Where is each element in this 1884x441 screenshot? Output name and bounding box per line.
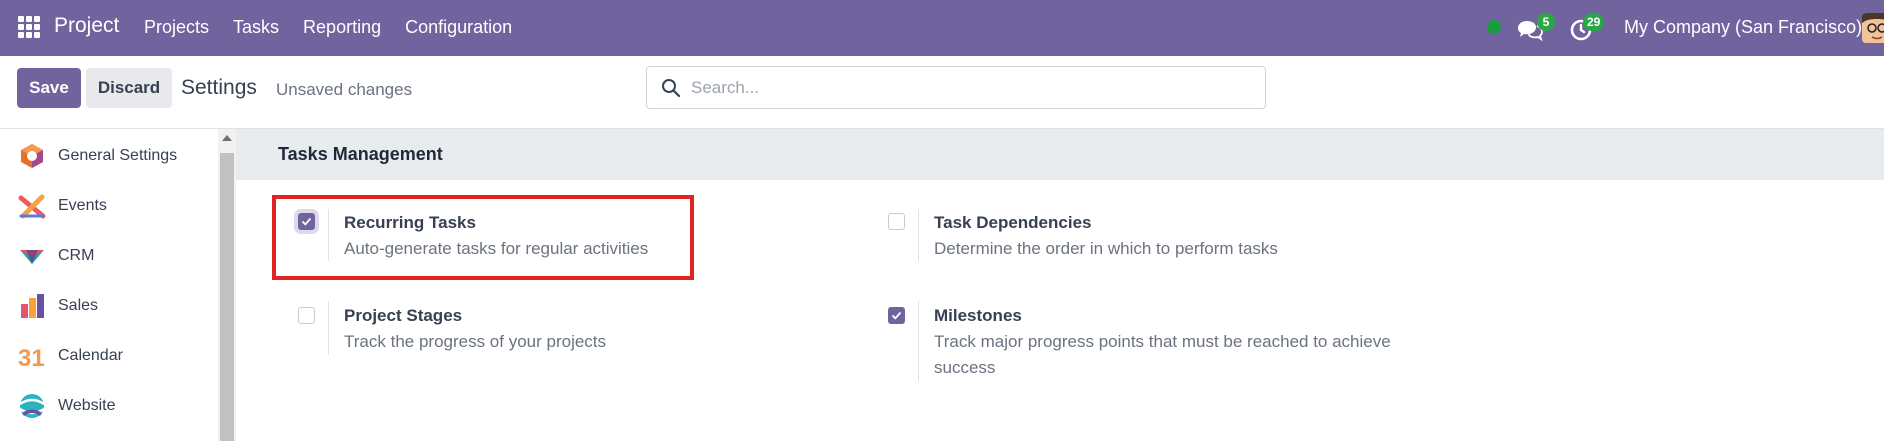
events-icon [18,194,46,219]
section-title: Tasks Management [278,144,443,164]
scroll-thumb[interactable] [220,153,234,441]
control-panel: Save Discard Settings Unsaved changes [0,56,1884,129]
setting-description: Determine the order in which to perform … [934,239,1278,258]
sidebar-item-label: CRM [58,247,95,264]
company-switcher[interactable]: My Company (San Francisco) [1624,17,1862,38]
discard-button[interactable]: Discard [86,68,172,108]
menu-tasks[interactable]: Tasks [233,17,279,38]
sidebar-item-sales[interactable]: Sales [0,281,218,331]
svg-text:31: 31 [18,345,45,370]
project-stages-checkbox[interactable] [298,307,315,324]
section-header: Tasks Management [236,129,1884,180]
page-title: Settings [181,76,257,99]
setting-title: Milestones [934,306,1022,325]
settings-sidebar: General Settings Events CRM Sales 31 Cal… [0,129,218,441]
apps-menu-icon[interactable] [18,16,40,38]
menu-reporting[interactable]: Reporting [303,17,381,38]
sidebar-item-calendar[interactable]: 31 Calendar [0,331,218,381]
setting-title: Task Dependencies [934,213,1092,232]
messages-button[interactable]: 5 [1517,13,1557,43]
crm-icon [20,250,44,264]
top-navbar: Project Projects Tasks Reporting Configu… [0,0,1884,56]
sidebar-item-label: Events [58,197,107,214]
search-bar[interactable] [646,66,1266,109]
setting-title: Project Stages [344,306,463,325]
activities-count-badge: 29 [1583,13,1605,31]
website-icon [19,394,45,418]
app-brand[interactable]: Project [54,14,119,38]
task-dependencies-checkbox[interactable] [888,213,905,230]
main-menu: Projects Tasks Reporting Configuration [144,17,512,38]
user-avatar[interactable] [1862,13,1884,43]
sidebar-item-crm[interactable]: CRM [0,231,218,281]
settings-content: Tasks Management Recurring Tasks Auto-ge… [236,129,1884,441]
general-settings-icon [21,144,43,168]
setting-description: Track major progress points that must be… [934,332,1391,377]
unsaved-changes-indicator: Unsaved changes [276,80,413,99]
menu-projects[interactable]: Projects [144,17,209,38]
messages-count-badge: 5 [1537,13,1555,31]
search-icon [662,79,681,98]
sales-icon [21,294,44,318]
sidebar-item-label: Calendar [58,347,123,364]
setting-description: Track the progress of your projects [344,332,607,351]
online-status-icon [1487,20,1501,34]
calendar-icon: 31 [18,345,45,370]
sidebar-item-events[interactable]: Events [0,181,218,231]
sidebar-item-label: Sales [58,297,99,314]
sidebar-item-label: Website [58,397,116,414]
scroll-up-arrow-icon[interactable] [222,135,232,141]
highlight-annotation [272,195,694,280]
sidebar-item-website[interactable]: Website [0,381,218,431]
menu-configuration[interactable]: Configuration [405,17,512,38]
sidebar-item-label: General Settings [58,147,178,164]
activities-button[interactable]: 29 [1569,13,1613,43]
sidebar-item-general-settings[interactable]: General Settings [0,131,218,181]
search-input[interactable] [691,73,1251,103]
save-button[interactable]: Save [17,68,81,108]
sidebar-scrollbar[interactable] [218,129,236,441]
milestones-checkbox[interactable] [888,307,905,324]
